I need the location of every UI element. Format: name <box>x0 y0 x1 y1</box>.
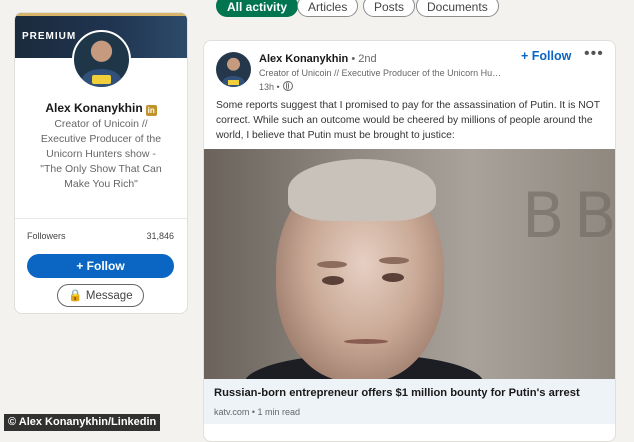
background-glyph: B <box>522 179 565 252</box>
background-glyph: B <box>574 179 615 252</box>
portrait-brow <box>379 257 409 264</box>
divider <box>15 218 187 219</box>
link-preview[interactable]: Russian-born entrepreneur offers $1 mill… <box>204 379 615 424</box>
message-button[interactable]: 🔒 Message <box>57 284 144 307</box>
post-text: Some reports suggest that I promised to … <box>216 100 600 141</box>
image-credit: © Alex Konanykhin/Linkedin <box>4 414 161 431</box>
connection-degree: • 2nd <box>351 53 377 65</box>
globe-icon <box>282 81 293 91</box>
avatar[interactable] <box>72 30 131 89</box>
profile-card: PREMIUM Alex Konanykhin in Creator of Uni… <box>14 12 188 314</box>
author-avatar[interactable] <box>216 52 251 87</box>
tab-posts[interactable]: Posts <box>363 0 416 17</box>
author-name-text[interactable]: Alex Konanykhin <box>259 53 348 65</box>
tab-articles[interactable]: Articles <box>297 0 359 17</box>
lock-icon: 🔒 <box>68 290 83 302</box>
followers-label: Followers <box>27 231 66 241</box>
post-card: Alex Konanykhin • 2nd Creator of Unicoin… <box>203 40 616 442</box>
post-image[interactable]: B B <box>204 149 615 379</box>
post-time: 13h • <box>259 81 293 92</box>
premium-stripe <box>15 13 187 16</box>
post-time-text: 13h • <box>259 82 280 92</box>
profile-name-text[interactable]: Alex Konanykhin <box>45 101 142 115</box>
post-follow-button[interactable]: + Follow <box>521 49 571 63</box>
portrait-mouth <box>344 339 388 344</box>
message-label: Message <box>85 290 133 302</box>
linkedin-premium-icon: in <box>145 105 157 116</box>
author-headline: Creator of Unicoin // Executive Producer… <box>259 68 504 78</box>
more-options-icon[interactable]: ••• <box>584 45 604 63</box>
profile-name[interactable]: Alex Konanykhin in <box>15 101 187 116</box>
link-title[interactable]: Russian-born entrepreneur offers $1 mill… <box>214 387 580 399</box>
follow-button[interactable]: + Follow <box>27 254 174 278</box>
followers-count: 31,846 <box>146 231 174 241</box>
tab-documents[interactable]: Documents <box>416 0 499 17</box>
portrait-eye <box>382 273 404 282</box>
premium-label: PREMIUM <box>22 31 77 42</box>
portrait-brow <box>317 261 347 268</box>
profile-headline: Creator of Unicoin // Executive Producer… <box>40 118 162 190</box>
portrait-eye <box>322 276 344 285</box>
tab-all-activity[interactable]: All activity <box>216 0 299 17</box>
link-meta: katv.com • 1 min read <box>214 407 301 417</box>
portrait-hair <box>288 159 436 221</box>
author-name[interactable]: Alex Konanykhin • 2nd <box>259 53 377 65</box>
